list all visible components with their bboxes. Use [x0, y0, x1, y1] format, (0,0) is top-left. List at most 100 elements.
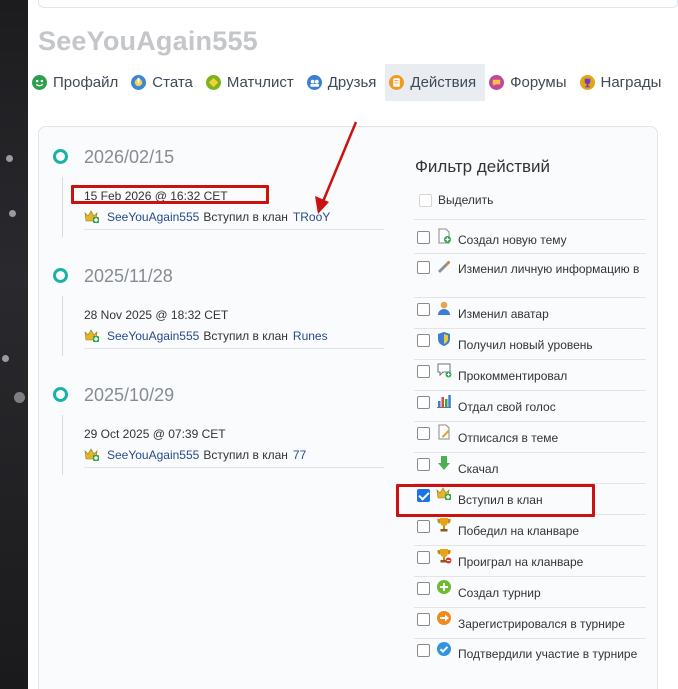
tab-actions[interactable]: Действия	[385, 64, 486, 101]
filter-item-vote[interactable]: Отдал свой голос	[414, 391, 646, 422]
entry-action: SeeYouAgain555 Вступил в клан TRooY	[84, 205, 384, 229]
timeline-connector	[62, 177, 63, 237]
tab-friends[interactable]: Друзья	[303, 64, 386, 101]
filter-checkbox[interactable]	[417, 303, 430, 316]
tab-profile[interactable]: Профайл	[28, 64, 127, 101]
select-all-label: Выделить	[438, 193, 494, 207]
download-icon	[436, 455, 452, 471]
clan-join-icon	[436, 486, 452, 502]
timeline-marker	[53, 149, 68, 164]
filter-checkbox[interactable]	[417, 427, 430, 440]
matchlist-icon	[205, 75, 221, 90]
top-search-box[interactable]	[38, 0, 678, 8]
actions-panel: 2026/02/15 15 Feb 2026 @ 16:32 CET SeeYo…	[38, 126, 658, 689]
confirm-icon	[436, 641, 452, 657]
filter-checkbox[interactable]	[417, 644, 430, 657]
filter-item-new-topic[interactable]: Создал новую тему	[414, 223, 646, 254]
filter-checkbox[interactable]	[417, 396, 430, 409]
entry-timestamp: 28 Nov 2025 @ 18:32 CET	[84, 308, 229, 322]
entry-user-link[interactable]: SeeYouAgain555	[107, 448, 199, 462]
filter-item-reply[interactable]: Отписался в теме	[414, 422, 646, 453]
tab-forums[interactable]: Форумы	[485, 64, 575, 101]
filter-checkbox[interactable]	[417, 520, 430, 533]
filter-item-level[interactable]: Получил новый уровень	[414, 329, 646, 360]
filter-checkbox[interactable]	[417, 551, 430, 564]
filter-item-avatar[interactable]: Изменил аватар	[414, 298, 646, 329]
filter-checkbox[interactable]	[417, 365, 430, 378]
register-tournament-icon	[436, 610, 452, 626]
entry-clan-link[interactable]: Runes	[293, 329, 328, 343]
select-all[interactable]: Выделить	[419, 193, 493, 207]
filter-item-download[interactable]: Скачал	[414, 453, 646, 484]
entry-user-link[interactable]: SeeYouAgain555	[107, 329, 199, 343]
timeline-date: 2026/02/15	[84, 147, 175, 167]
timeline-entry: 28 Nov 2025 @ 18:32 CET SeeYouAgain555 В…	[84, 306, 384, 349]
entry-clan-link[interactable]: TRooY	[293, 210, 330, 224]
timeline-connector	[62, 296, 63, 356]
filter-item-comment[interactable]: Прокомментировал	[414, 360, 646, 391]
friends-icon	[306, 75, 322, 90]
background-dot	[14, 392, 25, 403]
actions-icon	[389, 75, 405, 90]
trophy-lose-icon	[436, 548, 452, 564]
background-dot	[9, 210, 16, 217]
clan-join-icon	[84, 209, 100, 225]
tab-label: Награды	[600, 74, 662, 91]
filter-label: Создал новую тему	[458, 233, 567, 247]
timeline-marker	[53, 387, 68, 402]
filter-item-clanwar-win[interactable]: Победил на кланваре	[414, 515, 646, 546]
tab-label: Друзья	[327, 74, 377, 91]
filter-item-clanwar-lose[interactable]: Проиграл на кланваре	[414, 546, 646, 577]
action-filter: Фильтр действий Выделить Создал новую те…	[414, 157, 646, 661]
tab-matchlist[interactable]: Матчлист	[202, 64, 303, 101]
new-topic-icon	[436, 228, 452, 244]
tab-label: Матчлист	[226, 74, 294, 91]
select-all-checkbox[interactable]	[419, 193, 432, 207]
vote-chart-icon	[436, 393, 452, 409]
filter-label: Вступил в клан	[458, 493, 543, 507]
tab-stats[interactable]: Стата	[127, 64, 202, 101]
stats-icon	[131, 75, 147, 90]
forums-icon	[489, 75, 505, 90]
filter-label: Скачал	[458, 462, 499, 476]
profile-tabs: Профайл Стата Матчлист Друзья Действия Ф…	[28, 64, 670, 101]
entry-action: SeeYouAgain555 Вступил в клан Runes	[84, 324, 384, 348]
filter-label: Изменил аватар	[458, 307, 549, 321]
filter-title: Фильтр действий	[415, 157, 551, 176]
entry-timestamp: 29 Oct 2025 @ 07:39 CET	[84, 427, 226, 441]
comment-icon	[436, 362, 452, 378]
avatar-icon	[436, 300, 452, 316]
filter-label: Подтвердили участие в турнире	[458, 647, 638, 661]
filter-checkbox[interactable]	[417, 458, 430, 471]
filter-checkbox[interactable]	[417, 334, 430, 347]
filter-checkbox[interactable]	[417, 613, 430, 626]
entry-user-link[interactable]: SeeYouAgain555	[107, 210, 199, 224]
background-dot	[6, 155, 13, 162]
filter-checkbox[interactable]	[417, 582, 430, 595]
level-shield-icon	[436, 331, 452, 347]
entry-clan-link[interactable]: 77	[293, 448, 306, 462]
entry-action-text: Вступил в клан	[203, 210, 288, 224]
filter-item-confirm-participation[interactable]: Подтвердили участие в турнире	[414, 639, 646, 683]
timeline-date: 2025/10/29	[84, 385, 175, 405]
tab-awards[interactable]: Награды	[576, 64, 671, 101]
tab-label: Форумы	[510, 74, 567, 91]
trophy-win-icon	[436, 517, 452, 533]
filter-item-clan-join[interactable]: Вступил в клан	[414, 484, 646, 515]
entry-timestamp: 15 Feb 2026 @ 16:32 CET	[84, 189, 228, 203]
filter-item-register-tournament[interactable]: Зарегистрировался в турнире	[414, 608, 646, 639]
filter-checkbox[interactable]	[417, 231, 430, 244]
profile-page: SeeYouAgain555 Профайл Стата Матчлист Др…	[28, 0, 678, 689]
clan-join-icon	[84, 447, 100, 463]
filter-label: Отписался в теме	[458, 431, 559, 445]
tab-label: Действия	[410, 74, 477, 91]
filter-item-edit-info[interactable]: Изменил личную информацию в	[414, 254, 646, 298]
timeline-connector	[62, 415, 63, 475]
profile-username: SeeYouAgain555	[38, 26, 258, 56]
entry-action-text: Вступил в клан	[203, 448, 288, 462]
filter-checkbox[interactable]	[417, 261, 430, 274]
filter-checkbox-checked[interactable]	[417, 489, 430, 502]
filter-item-create-tournament[interactable]: Создал турнир	[414, 577, 646, 608]
filter-label: Отдал свой голос	[458, 400, 556, 414]
entry-action-text: Вступил в клан	[203, 329, 288, 343]
